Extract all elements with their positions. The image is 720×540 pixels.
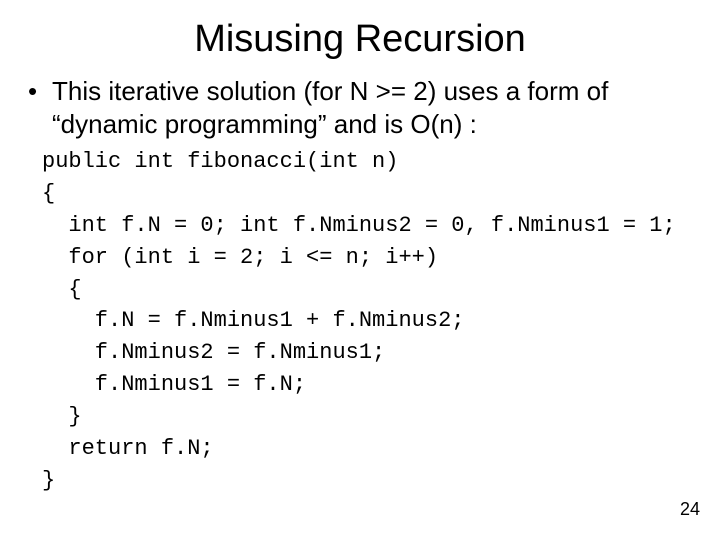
code-line: }	[42, 468, 55, 493]
code-line: for (int i = 2; i <= n; i++)	[42, 245, 438, 270]
code-line: f.Nminus1 = f.N;	[42, 372, 306, 397]
bullet-text: This iterative solution (for N >= 2) use…	[28, 75, 692, 140]
code-line: {	[42, 181, 55, 206]
code-line: return f.N;	[42, 436, 214, 461]
code-line: {	[42, 277, 82, 302]
code-line: }	[42, 404, 82, 429]
code-line: f.N = f.Nminus1 + f.Nminus2;	[42, 308, 464, 333]
code-line: public int fibonacci(int n)	[42, 149, 398, 174]
code-line: int f.N = 0; int f.Nminus2 = 0, f.Nminus…	[42, 213, 676, 238]
slide: Misusing Recursion This iterative soluti…	[0, 0, 720, 540]
code-block: public int fibonacci(int n) { int f.N = …	[42, 146, 692, 497]
page-number: 24	[680, 499, 700, 520]
code-line: f.Nminus2 = f.Nminus1;	[42, 340, 385, 365]
slide-title: Misusing Recursion	[28, 18, 692, 61]
